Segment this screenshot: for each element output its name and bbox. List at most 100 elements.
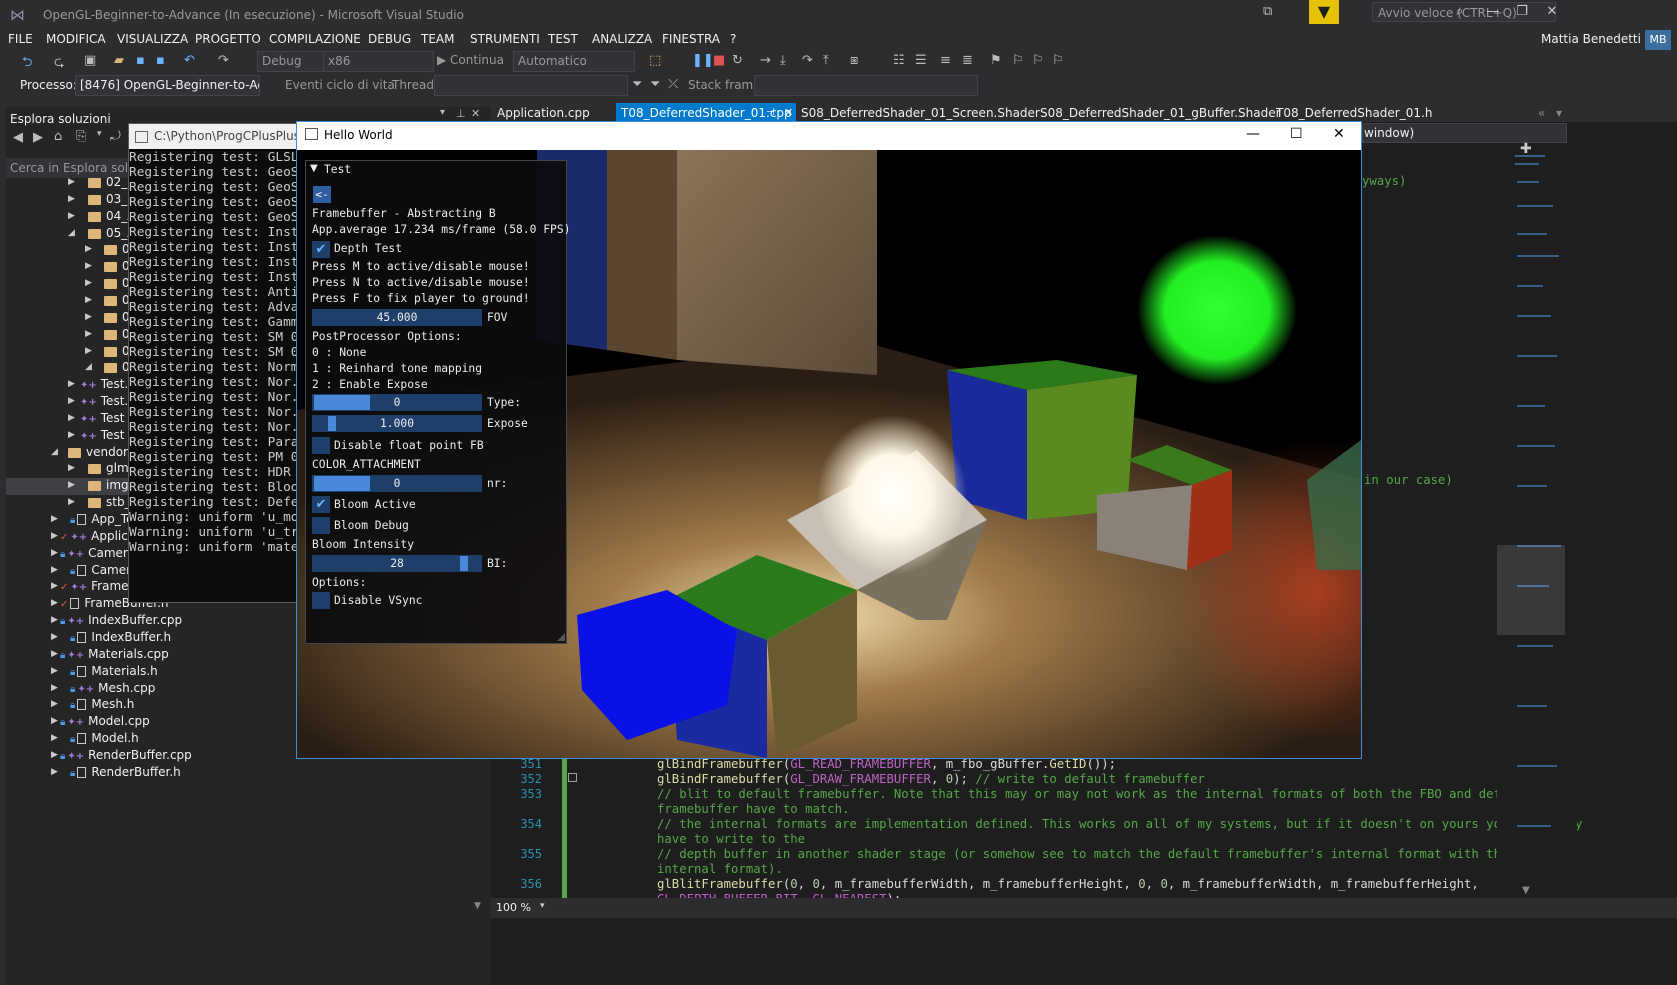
thread-select[interactable] <box>434 75 628 96</box>
step-over-icon[interactable]: ↷ <box>802 53 813 68</box>
feedback-icon[interactable]: ⧉ <box>1263 4 1272 19</box>
menu-build[interactable]: COMPILAZIONE <box>269 32 361 46</box>
zoom-dropdown-icon[interactable]: ▾ <box>540 901 545 911</box>
tree-expander-icon[interactable]: ▶ <box>85 312 92 322</box>
tree-expander-icon[interactable]: ◢ <box>51 447 58 457</box>
resize-grip[interactable] <box>557 633 565 641</box>
continue-button[interactable]: ▶ Continua <box>437 53 504 67</box>
zoom-level[interactable]: 100 % <box>496 901 531 914</box>
comment-icon[interactable]: ≡ <box>940 53 951 68</box>
tab-screen-shader[interactable]: S08_DeferredShader_01_Screen.Shader <box>801 104 1040 122</box>
tree-expander-icon[interactable]: ▶ <box>51 649 58 659</box>
tree-item[interactable]: 🔒︎ Materials.h <box>70 663 158 680</box>
tree-item[interactable]: 0 <box>104 309 130 326</box>
collapse-arrow-icon[interactable]: ▼ <box>310 163 318 174</box>
tab-list-icon[interactable]: ▾ <box>1556 104 1562 122</box>
tree-expander-icon[interactable]: ▶ <box>85 295 92 305</box>
close-button[interactable]: ✕ <box>1537 4 1567 24</box>
menu-window[interactable]: FINESTRA <box>662 32 720 46</box>
tree-item[interactable]: 🔒︎ IndexBuffer.h <box>70 629 171 646</box>
step-into-icon[interactable]: ⤓ <box>780 53 786 68</box>
tab-t08-deferred-h[interactable]: T08_DeferredShader_01.h <box>1276 104 1432 122</box>
menu-test[interactable]: TEST <box>548 32 578 46</box>
tree-expander-icon[interactable]: ▶ <box>51 581 58 591</box>
bloom-debug-checkbox[interactable] <box>312 517 330 534</box>
back-icon[interactable]: ⮌ <box>22 53 32 75</box>
menu-team[interactable]: TEAM <box>421 32 454 46</box>
tree-expander-icon[interactable]: ▶ <box>68 497 75 507</box>
tree-item[interactable]: 0 <box>104 241 130 258</box>
tree-item[interactable]: vendor <box>68 444 128 461</box>
sol-back-icon[interactable]: ◀ <box>13 130 23 145</box>
tree-item[interactable]: 0 <box>104 326 130 343</box>
tree-expander-icon[interactable]: ▶ <box>68 413 75 423</box>
panel-close-icon[interactable]: ✕ <box>471 107 480 120</box>
debug-mode-select[interactable]: Automatico <box>513 51 635 72</box>
save-icon[interactable]: ▪ <box>136 53 145 68</box>
tree-expander-icon[interactable]: ▶ <box>51 615 58 625</box>
code-line[interactable]: have to write to the <box>657 832 805 847</box>
tree-expander-icon[interactable]: ▶ <box>68 396 75 406</box>
nr-slider[interactable]: 0 <box>312 475 482 492</box>
tree-expander-icon[interactable]: ▶ <box>85 329 92 339</box>
step-out-icon[interactable]: ⤒ <box>823 53 829 68</box>
split-editor-icon[interactable]: ✚ <box>1520 141 1532 157</box>
dropdown-icon[interactable]: ▾ <box>97 129 102 139</box>
tree-expander-icon[interactable]: ▶ <box>85 244 92 254</box>
tab-application-cpp[interactable]: Application.cpp <box>497 104 590 122</box>
tree-expander-icon[interactable]: ▶ <box>51 531 58 541</box>
tree-item[interactable]: ✦+ Test <box>80 427 124 444</box>
code-line[interactable]: // depth buffer in another shader stage … <box>657 847 1553 862</box>
threads-icon[interactable]: ☷ <box>893 53 905 68</box>
lifecycle-events-button[interactable]: Eventi ciclo di vita <box>285 78 395 92</box>
bloom-active-checkbox[interactable]: ✔ <box>312 496 330 513</box>
filter-icon[interactable]: ⏷ <box>632 77 642 92</box>
platform-select[interactable]: x86 <box>323 51 434 72</box>
game-titlebar[interactable] <box>297 122 1361 150</box>
tab-pin-icon[interactable]: ⊣ <box>766 104 775 122</box>
tree-expander-icon[interactable]: ▶ <box>51 733 58 743</box>
scroll-down-icon[interactable]: ▼ <box>1522 885 1530 896</box>
console-titlebar[interactable]: C:\Python\ProgCPlusPlus\5 <box>129 124 303 149</box>
tree-expander-icon[interactable]: ▶ <box>68 177 75 187</box>
tree-item[interactable]: glm <box>88 460 129 477</box>
bloom-intensity-slider[interactable]: 28 <box>312 555 482 572</box>
tree-expander-icon[interactable]: ▶ <box>51 632 58 642</box>
flag-filter-icon[interactable]: ⏷ <box>650 77 660 92</box>
tree-item[interactable]: 🔒︎ ✦+ RenderBuffer.cpp <box>60 747 192 764</box>
menu-edit[interactable]: MODIFICA <box>46 32 106 46</box>
tree-expander-icon[interactable]: ◢ <box>85 362 92 372</box>
tree-item[interactable]: 🔒︎ ✦+ Mesh.cpp <box>70 680 155 697</box>
prev-bookmark-icon[interactable]: ⚐ <box>1012 53 1024 68</box>
forward-icon[interactable]: ⮎ <box>54 53 64 75</box>
tree-item[interactable]: ✦+ Test. <box>80 393 128 410</box>
notification-flag-icon[interactable]: ▼ <box>1309 0 1339 24</box>
tree-item[interactable]: 0 <box>104 258 130 275</box>
fov-slider[interactable]: 45.000 <box>312 309 482 326</box>
code-line[interactable]: // blit to default framebuffer. Note tha… <box>657 787 1531 802</box>
game-close-button[interactable]: ✕ <box>1333 126 1345 142</box>
tree-item[interactable]: 🔒︎ ✦+ IndexBuffer.cpp <box>60 612 182 629</box>
tree-item[interactable]: 🔒︎ Mesh.h <box>70 696 134 713</box>
tree-expander-icon[interactable]: ▶ <box>68 194 75 204</box>
sol-forward-icon[interactable]: ▶ <box>33 130 43 145</box>
tree-item[interactable]: 🔒︎ ✦+ Model.cpp <box>60 713 150 730</box>
next-bookmark-icon[interactable]: ⚐ <box>1032 53 1044 68</box>
user-avatar[interactable]: MB <box>1645 30 1671 50</box>
tab-gbuffer-shader[interactable]: S08_DeferredShader_01_gBuffer.Shader <box>1040 104 1281 122</box>
tree-expander-icon[interactable]: ▶ <box>51 716 58 726</box>
search-icon[interactable]: ⌕ <box>1456 4 1463 19</box>
tree-expander-icon[interactable]: ▶ <box>51 666 58 676</box>
expose-slider[interactable]: 1.000 <box>312 415 482 432</box>
depth-test-checkbox[interactable]: ✔ <box>312 241 330 258</box>
tab-close-icon[interactable]: ✕ <box>784 104 793 122</box>
process-icon[interactable]: ⬚ <box>649 53 661 68</box>
toggle-flag-icon[interactable]: ⤫ <box>668 77 678 92</box>
tree-item[interactable]: 0 <box>104 343 130 360</box>
home-icon[interactable]: ⌂ <box>54 129 62 144</box>
tree-expander-icon[interactable]: ▶ <box>51 750 58 760</box>
clear-bookmarks-icon[interactable]: ⚐ <box>1052 53 1064 68</box>
collapse-toggle[interactable] <box>568 773 577 782</box>
tree-expander-icon[interactable]: ▶ <box>51 767 58 777</box>
vertical-scrollbar[interactable] <box>1565 145 1577 905</box>
